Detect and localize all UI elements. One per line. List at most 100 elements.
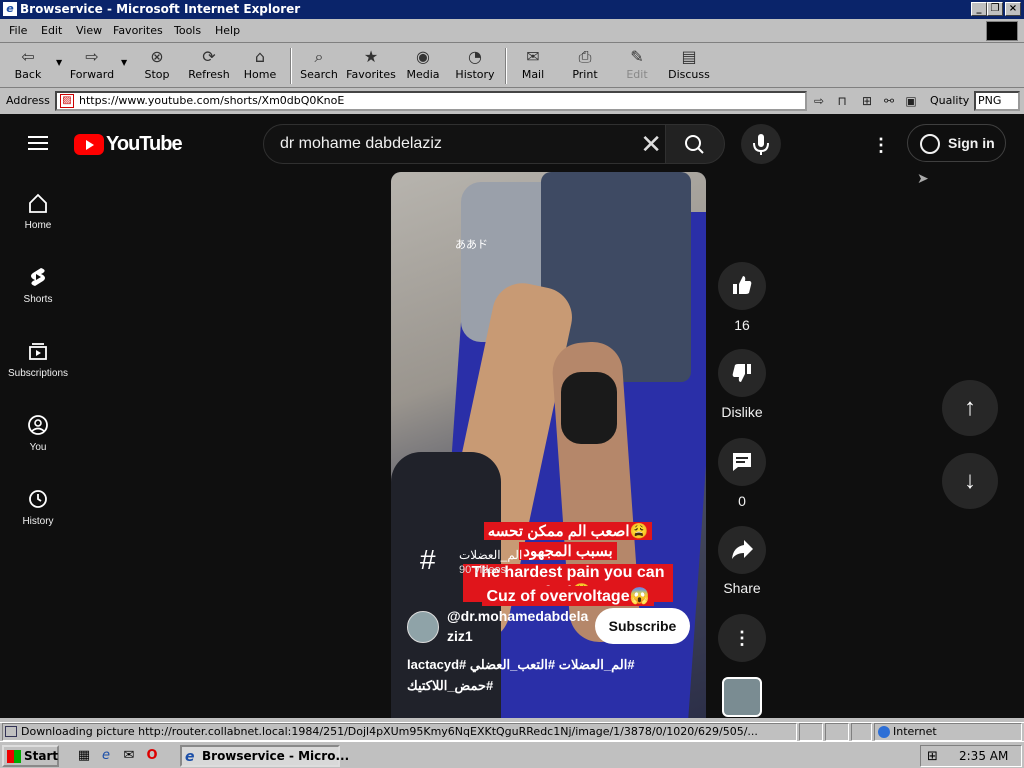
you-icon <box>28 415 48 435</box>
menu-help[interactable]: Help <box>215 24 240 37</box>
restore-button[interactable]: ❐ <box>987 2 1003 16</box>
start-label: Start <box>24 749 59 763</box>
channel-name-line-1: @dr.mohamedabdela <box>447 608 589 624</box>
clock: 2:35 AM <box>959 749 1009 763</box>
address-url: https://www.youtube.com/shorts/Xm0dbQ0Kn… <box>79 94 345 107</box>
close-button[interactable]: × <box>1005 2 1021 16</box>
sign-in-label: Sign in <box>948 135 995 151</box>
outlook-express-icon[interactable]: ✉ <box>120 747 138 765</box>
edit-button[interactable]: ✎ Edit <box>611 47 663 85</box>
address-input[interactable]: ▨ https://www.youtube.com/shorts/Xm0dbQ0… <box>55 91 807 111</box>
description-line-2[interactable]: #حمض_اللاكتيك <box>407 675 677 696</box>
menu-tools[interactable]: Tools <box>174 24 201 37</box>
menu-view[interactable]: View <box>76 24 102 37</box>
comments-button[interactable] <box>718 438 766 486</box>
sound-thumbnail[interactable] <box>722 677 762 717</box>
caption-line-4: Cuz of overvoltage😱 <box>482 586 654 606</box>
dislike-button[interactable] <box>718 349 766 397</box>
status-pane <box>851 723 872 741</box>
nav-shorts[interactable]: Shorts <box>0 266 76 305</box>
voice-search-button[interactable] <box>741 124 781 164</box>
clear-search-icon[interactable]: ✕ <box>640 125 662 163</box>
nav-home-label: Home <box>24 220 52 231</box>
nav-history[interactable]: History <box>0 488 76 527</box>
back-dropdown-icon[interactable]: ▼ <box>56 58 62 67</box>
stop-button[interactable]: ⊗ Stop <box>131 47 183 85</box>
quality-select[interactable]: PNG <box>974 91 1020 111</box>
menu-favorites[interactable]: Favorites <box>113 24 163 37</box>
taskbar-window-button[interactable]: e Browservice - Micro... <box>180 745 349 767</box>
print-label: Print <box>572 68 598 81</box>
find-icon[interactable]: ⚯ <box>880 93 898 109</box>
like-button[interactable] <box>718 262 766 310</box>
discuss-icon: ▤ <box>681 47 697 66</box>
share-button[interactable] <box>718 526 766 574</box>
internet-explorer-icon[interactable]: e <box>97 747 115 765</box>
nav-subscriptions[interactable]: Subscriptions <box>0 340 76 379</box>
hashtag-name[interactable]: الم_العضلات <box>459 548 522 562</box>
history-button[interactable]: ◔ History <box>449 47 501 85</box>
status-bar: Downloading picture http://router.collab… <box>0 722 1024 741</box>
youtube-play-icon <box>74 134 104 155</box>
clipboard-icon[interactable]: ▣ <box>902 93 920 109</box>
more-options-icon[interactable]: ⋮ <box>872 134 890 156</box>
forward-arrow-icon: ⇨ <box>85 47 99 66</box>
channel-name-line-2: ziz1 <box>447 628 473 644</box>
dislike-label: Dislike <box>721 404 763 420</box>
toolbar: ⇦ Back ▼ ⇨ Forward ▼ ⊗ Stop ⟳ Refresh ⌂ Home … <box>0 44 1024 88</box>
search-icon: ⌕ <box>314 47 324 66</box>
next-short-down-arrow-icon[interactable]: ↓ <box>942 453 998 509</box>
forward-button[interactable]: ⇨ Forward <box>66 47 118 85</box>
media-button[interactable]: ◉ Media <box>397 47 449 85</box>
favorites-button[interactable]: ★ Favorites <box>345 47 397 85</box>
go-arrow-icon[interactable]: ⇨ <box>810 93 828 109</box>
opera-icon[interactable]: O <box>143 747 161 765</box>
discuss-button[interactable]: ▤ Discuss <box>663 47 715 85</box>
back-button[interactable]: ⇦ Back <box>2 47 54 85</box>
hashtag-video-count: 90 videos <box>459 564 507 576</box>
menu-icon[interactable] <box>28 136 48 150</box>
home-button[interactable]: ⌂ Home <box>234 47 286 85</box>
zone-label: Internet <box>893 725 937 738</box>
start-button[interactable]: Start <box>2 745 59 767</box>
title-bar: e Browservice - Microsoft Internet Explo… <box>0 0 1024 19</box>
subscriptions-icon <box>29 343 47 360</box>
search-input[interactable]: dr mohame dabdelaziz ✕ <box>263 124 675 164</box>
thumbs-down-icon <box>732 364 751 382</box>
home-label: Home <box>243 68 277 81</box>
search-label: Search <box>300 68 338 81</box>
zoom-icon[interactable]: ⊞ <box>858 93 876 109</box>
channel-name[interactable]: @dr.mohamedabdela ziz1 <box>447 606 592 646</box>
forward-dropdown-icon[interactable]: ▼ <box>121 58 127 67</box>
search-button[interactable] <box>665 124 725 164</box>
bookmark-icon[interactable]: ⊓ <box>833 93 851 109</box>
sign-in-button[interactable]: Sign in <box>907 124 1006 162</box>
menu-edit[interactable]: Edit <box>41 24 62 37</box>
nav-home[interactable]: Home <box>0 192 76 231</box>
network-icon[interactable]: ⊞ <box>927 747 938 767</box>
taskbar: Start ▦ e ✉ O e Browservice - Micro... ⊞ … <box>0 741 1024 768</box>
nav-you[interactable]: You <box>0 414 76 453</box>
description-line-1[interactable]: #الم_العضلات #التعب_العضلي #lactacyd <box>407 654 677 675</box>
channel-avatar[interactable] <box>407 611 439 643</box>
menu-bar: File Edit View Favorites Tools Help <box>0 19 1024 43</box>
refresh-button[interactable]: ⟳ Refresh <box>183 47 235 85</box>
previous-short-up-arrow-icon[interactable]: ↑ <box>942 380 998 436</box>
mail-button[interactable]: ✉ Mail <box>507 47 559 85</box>
minimize-button[interactable]: _ <box>971 2 987 16</box>
windows-logo <box>986 21 1018 41</box>
print-button[interactable]: ⎙ Print <box>559 47 611 85</box>
edit-label: Edit <box>626 68 648 81</box>
history-label: History <box>455 68 495 81</box>
search-button[interactable]: ⌕ Search <box>293 47 345 85</box>
shorts-icon <box>31 268 45 286</box>
history-icon <box>29 490 47 508</box>
caption-line-1: اصعب الم ممكن تحسه😩 <box>483 522 653 540</box>
more-actions-icon[interactable]: ⋮ <box>718 614 766 662</box>
quality-value: PNG <box>978 94 1002 107</box>
window-title: Browservice - Microsoft Internet Explore… <box>20 2 301 16</box>
subscribe-button[interactable]: Subscribe <box>595 608 690 644</box>
show-desktop-icon[interactable]: ▦ <box>75 747 93 765</box>
internet-globe-icon <box>878 726 890 738</box>
menu-file[interactable]: File <box>9 24 27 37</box>
